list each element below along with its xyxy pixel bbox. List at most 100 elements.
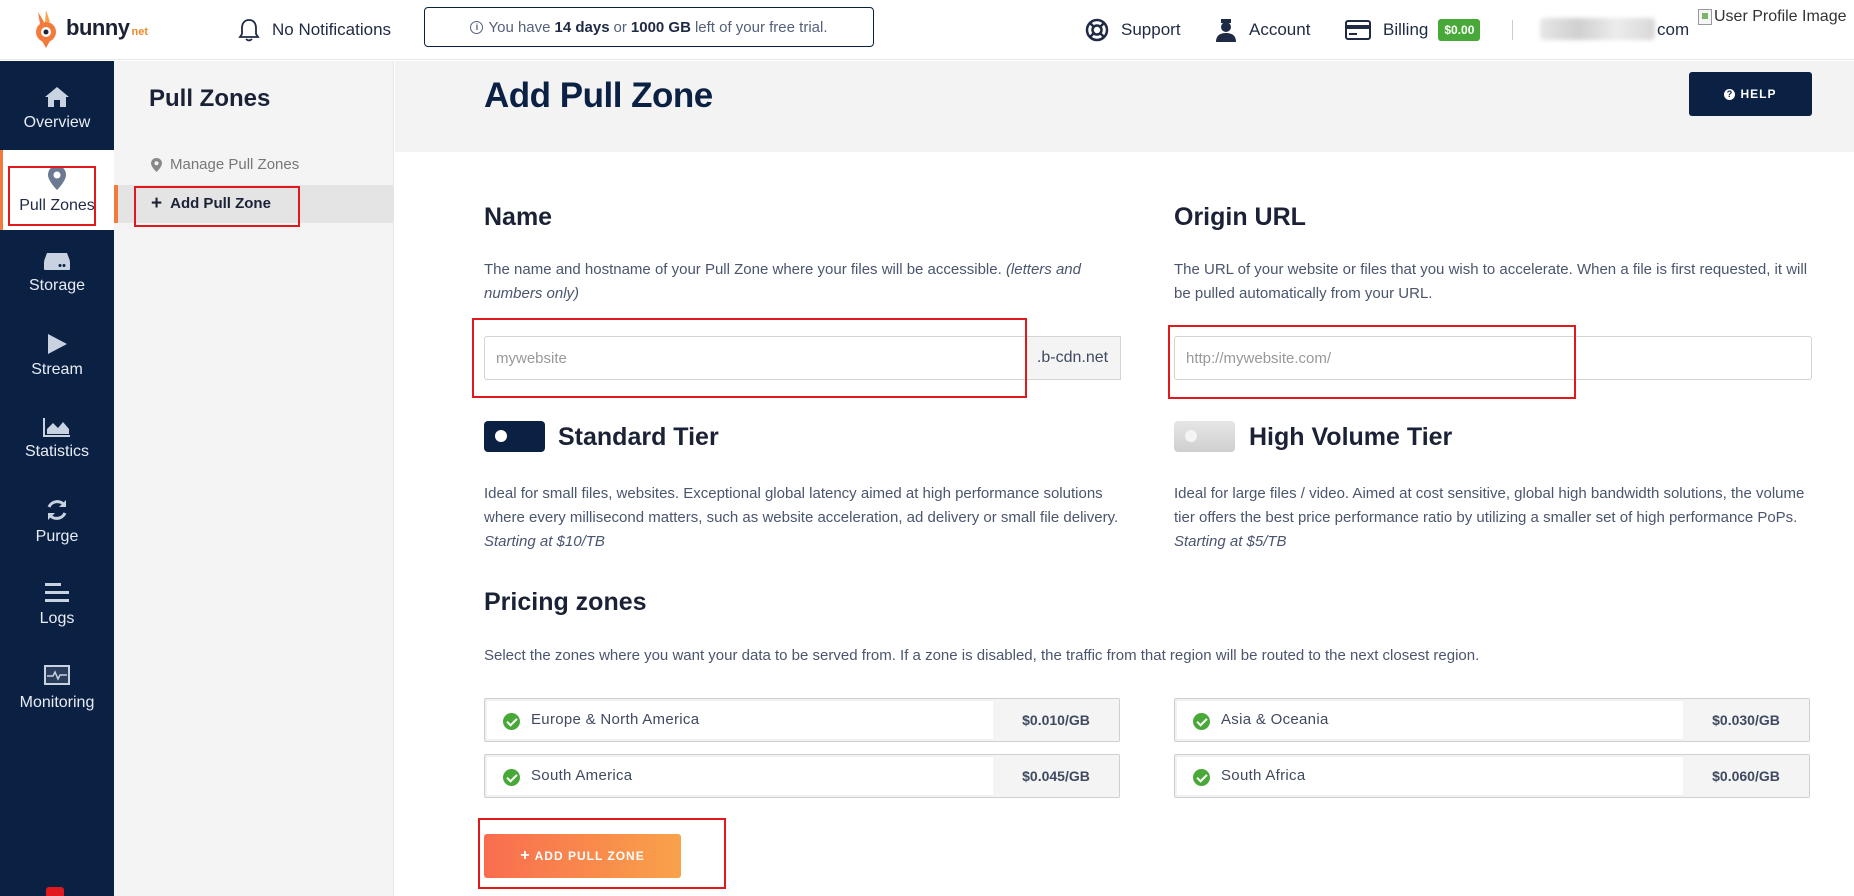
pull-zones-subnav: Pull Zones Manage Pull Zones + Add Pull Z… <box>114 61 394 896</box>
bunny-logo-icon <box>36 10 56 48</box>
volume-desc-text: Ideal for large files / video. Aimed at … <box>1174 485 1805 526</box>
standard-desc-italic: Starting at $10/TB <box>484 533 605 550</box>
sidebar-item-statistics[interactable]: Statistics <box>0 399 114 479</box>
zone-price: $0.010/GB <box>993 699 1119 741</box>
toggle-knob <box>495 430 507 442</box>
sidebar-item-label: Pull Zones <box>19 197 95 214</box>
pricing-zone-asia-oceania[interactable]: Asia & Oceania $0.030/GB <box>1174 698 1810 742</box>
trial-suffix: left of your free trial. <box>694 18 828 36</box>
plus-icon: + <box>151 192 163 214</box>
notifications-label: No Notifications <box>272 20 392 39</box>
lifebuoy-icon <box>1085 18 1109 42</box>
account-label: Account <box>1249 20 1311 39</box>
standard-desc-text: Ideal for small files, websites. Excepti… <box>484 485 1119 526</box>
sidebar-item-monitoring[interactable]: Monitoring <box>0 648 114 728</box>
origin-input-placeholder: http://mywebsite.com/ <box>1186 349 1332 367</box>
trial-prefix: You have <box>488 18 551 36</box>
help-button[interactable]: ? HELP <box>1689 72 1812 116</box>
monitor-icon <box>44 665 70 685</box>
trial-mid: or <box>613 18 627 36</box>
support-link[interactable]: Support <box>1085 0 1181 60</box>
help-label: HELP <box>1740 87 1777 101</box>
bell-icon <box>238 19 260 42</box>
billing-label: Billing <box>1383 20 1429 39</box>
map-marker-icon <box>151 157 162 172</box>
email-suffix: com <box>1657 20 1690 39</box>
add-pull-zone-label: Add Pull Zone <box>170 195 271 212</box>
bottom-partial-icon <box>46 887 64 896</box>
manage-pull-zones-label: Manage Pull Zones <box>170 156 300 173</box>
standard-tier-toggle[interactable] <box>484 421 545 452</box>
info-icon: i <box>470 20 484 34</box>
manage-pull-zones-link[interactable]: Manage Pull Zones <box>151 156 299 173</box>
list-icon <box>45 583 69 602</box>
page-title: Add Pull Zone <box>484 76 713 115</box>
check-circle-icon <box>1193 713 1210 730</box>
standard-tier-title: Standard Tier <box>558 423 719 451</box>
credit-card-icon <box>1345 20 1371 40</box>
pricing-zone-europe-north-america[interactable]: Europe & North America $0.010/GB <box>484 698 1120 742</box>
plus-icon: + <box>520 847 531 864</box>
pull-zone-name-input[interactable]: mywebsite <box>484 336 1026 380</box>
billing-link[interactable]: Billing $0.00 <box>1345 0 1481 60</box>
sidebar-item-purge[interactable]: Purge <box>0 482 114 562</box>
add-pull-zone-button[interactable]: + ADD PULL ZONE <box>484 834 681 878</box>
profile-image[interactable]: User Profile Image <box>1698 8 1847 26</box>
sidebar-item-label: Purge <box>35 528 79 545</box>
check-circle-icon <box>1193 769 1210 786</box>
pricing-zone-south-america[interactable]: South America $0.045/GB <box>484 754 1120 798</box>
zone-name: South America <box>531 767 633 784</box>
refresh-icon <box>47 500 67 520</box>
email-redacted <box>1540 18 1655 40</box>
add-pull-zone-button-label: ADD PULL ZONE <box>534 849 645 863</box>
notifications-button[interactable]: No Notifications <box>238 0 391 60</box>
area-chart-icon <box>43 418 70 437</box>
profile-alt-text: User Profile Image <box>1714 8 1847 25</box>
high-volume-tier-toggle[interactable] <box>1174 421 1235 452</box>
name-desc-text: The name and hostname of your Pull Zone … <box>484 261 1002 278</box>
origin-url-heading: Origin URL <box>1174 203 1306 231</box>
question-icon: ? <box>1724 88 1736 100</box>
account-link[interactable]: Account <box>1215 0 1310 60</box>
pricing-zones-description: Select the zones where you want your dat… <box>484 647 1480 664</box>
bunny-logo[interactable]: bunny net <box>28 6 148 50</box>
name-heading: Name <box>484 203 553 231</box>
origin-url-description: The URL of your website or files that yo… <box>1174 261 1808 302</box>
sidebar-item-label: Stream <box>31 361 83 378</box>
play-icon <box>48 334 67 354</box>
subnav-title: Pull Zones <box>149 85 271 112</box>
pricing-zones-heading: Pricing zones <box>484 588 647 616</box>
name-input-placeholder: mywebsite <box>496 349 567 367</box>
high-volume-tier-description: Ideal for large files / video. Aimed at … <box>1174 482 1819 554</box>
location-pin-icon <box>48 166 66 190</box>
top-bar: bunny net No Notifications i You have 14… <box>0 0 1854 60</box>
check-circle-icon <box>503 769 520 786</box>
zone-name: Asia & Oceania <box>1221 711 1329 728</box>
billing-amount-badge: $0.00 <box>1438 19 1481 41</box>
zone-price: $0.030/GB <box>1683 699 1809 741</box>
topbar-divider <box>1512 20 1513 40</box>
add-pull-zone-link[interactable]: + Add Pull Zone <box>114 185 394 223</box>
pricing-zone-south-africa[interactable]: South Africa $0.060/GB <box>1174 754 1810 798</box>
high-volume-tier-title: High Volume Tier <box>1249 423 1453 451</box>
sidebar-item-label: Storage <box>28 277 86 294</box>
sidebar-item-label: Statistics <box>24 443 89 460</box>
name-description: The name and hostname of your Pull Zone … <box>484 258 1124 306</box>
zone-name: South Africa <box>1221 767 1306 784</box>
logo-text: bunny <box>66 15 130 40</box>
user-icon <box>1216 19 1236 42</box>
trial-banner: i You have 14 days or 1000 GB left of yo… <box>424 7 874 47</box>
volume-desc-italic: Starting at $5/TB <box>1174 533 1287 550</box>
toggle-knob <box>1185 430 1197 442</box>
sidebar-item-pull-zones[interactable]: Pull Zones <box>0 150 114 230</box>
sidebar-item-label: Monitoring <box>19 694 95 711</box>
sidebar-item-label: Overview <box>23 114 91 131</box>
trial-days: 14 days <box>554 18 610 36</box>
origin-url-input[interactable]: http://mywebsite.com/ <box>1174 336 1812 380</box>
sidebar-item-overview[interactable]: Overview <box>0 69 114 149</box>
sidebar-item-logs[interactable]: Logs <box>0 565 114 645</box>
sidebar-item-storage[interactable]: Storage <box>0 233 114 313</box>
zone-price: $0.060/GB <box>1683 755 1809 797</box>
storage-drive-icon <box>44 253 70 270</box>
sidebar-item-stream[interactable]: Stream <box>0 316 114 396</box>
